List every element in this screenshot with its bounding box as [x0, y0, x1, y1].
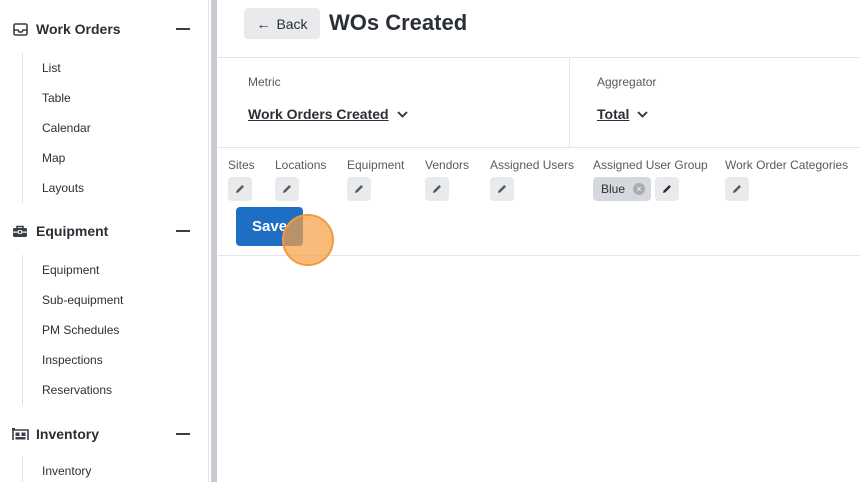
metric-value: Work Orders Created	[248, 106, 389, 122]
sidebar-section-header-equipment[interactable]: Equipment	[0, 219, 208, 243]
filter-work-order-categories: Work Order Categories	[725, 158, 848, 201]
sidebar-item-calendar[interactable]: Calendar	[23, 113, 208, 143]
sidebar-item-table[interactable]: Table	[23, 83, 208, 113]
sidebar-section-inventory: Inventory Inventory	[0, 422, 208, 482]
metric-label: Metric	[248, 75, 281, 89]
chevron-down-icon	[637, 107, 649, 121]
sidebar-section-title: Work Orders	[36, 21, 121, 37]
sidebar-item-sub-equipment[interactable]: Sub-equipment	[23, 285, 208, 315]
scrollbar-thumb[interactable]	[211, 0, 217, 482]
sidebar-item-pm-schedules[interactable]: PM Schedules	[23, 315, 208, 345]
sidebar-section-header-work-orders[interactable]: Work Orders	[0, 17, 208, 41]
pencil-icon	[733, 185, 741, 193]
edit-locations-button[interactable]	[275, 177, 299, 201]
aggregator-dropdown[interactable]: Total	[597, 106, 649, 122]
sidebar-section-title: Inventory	[36, 426, 100, 442]
chevron-down-icon	[396, 107, 408, 121]
header-divider	[218, 57, 860, 58]
sidebar-sublist-inventory: Inventory	[22, 456, 208, 482]
sidebar-sublist-work-orders: List Table Calendar Map Layouts	[22, 53, 208, 203]
filter-locations: Locations	[275, 158, 326, 201]
pencil-icon	[498, 185, 506, 193]
collapse-icon[interactable]	[176, 433, 190, 435]
aggregator-label: Aggregator	[597, 75, 657, 89]
filter-sites: Sites	[228, 158, 255, 201]
collapse-icon[interactable]	[176, 28, 190, 30]
filter-label: Vendors	[425, 158, 470, 172]
remove-chip-icon[interactable]: ×	[633, 183, 646, 195]
toolbox-icon	[11, 223, 29, 239]
sidebar-section-header-inventory[interactable]: Inventory	[0, 422, 208, 446]
sidebar-item-equipment[interactable]: Equipment	[23, 255, 208, 285]
chip-row: Blue ×	[593, 177, 708, 201]
sidebar-item-layouts[interactable]: Layouts	[23, 173, 208, 203]
edit-vendors-button[interactable]	[425, 177, 449, 201]
sidebar-item-list[interactable]: List	[23, 53, 208, 83]
edit-assigned-user-group-button[interactable]	[655, 177, 680, 201]
pencil-icon	[236, 185, 244, 193]
click-cursor-indicator	[282, 214, 334, 266]
sidebar-sublist-equipment: Equipment Sub-equipment PM Schedules Ins…	[22, 255, 208, 405]
column-divider	[569, 57, 570, 147]
sidebar: Work Orders List Table Calendar Map Layo…	[0, 0, 208, 482]
filter-label: Work Order Categories	[725, 158, 849, 172]
warehouse-icon	[11, 426, 29, 442]
sidebar-item-map[interactable]: Map	[23, 143, 208, 173]
sidebar-item-inventory[interactable]: Inventory	[23, 456, 208, 482]
edit-equipment-button[interactable]	[347, 177, 371, 201]
filter-label: Sites	[228, 158, 255, 172]
settings-divider	[218, 147, 860, 148]
aggregator-value: Total	[597, 106, 630, 122]
filter-assigned-user-group: Assigned User Group Blue ×	[593, 158, 708, 201]
filter-chip-blue[interactable]: Blue ×	[593, 177, 652, 201]
pencil-icon	[355, 185, 363, 193]
pencil-icon	[663, 185, 672, 193]
filter-label: Assigned Users	[490, 158, 575, 172]
sidebar-item-reservations[interactable]: Reservations	[23, 375, 208, 405]
filter-label: Assigned User Group	[593, 158, 708, 172]
edit-work-order-categories-button[interactable]	[725, 177, 749, 201]
sidebar-section-equipment: Equipment Equipment Sub-equipment PM Sch…	[0, 219, 208, 405]
collapse-icon[interactable]	[176, 230, 190, 232]
filter-vendors: Vendors	[425, 158, 469, 201]
page-title: WOs Created	[329, 10, 468, 35]
sidebar-section-work-orders: Work Orders List Table Calendar Map Layo…	[0, 17, 208, 203]
filter-label: Equipment	[347, 158, 405, 172]
main-content: ← Back WOs Created Metric Work Orders Cr…	[218, 0, 860, 482]
sidebar-scrollbar[interactable]	[208, 0, 218, 482]
back-button-label: Back	[276, 15, 308, 32]
filter-assigned-users: Assigned Users	[490, 158, 574, 201]
arrow-left-icon: ←	[256, 15, 271, 32]
back-button[interactable]: ← Back	[244, 8, 320, 39]
edit-assigned-users-button[interactable]	[490, 177, 514, 201]
edit-sites-button[interactable]	[228, 177, 252, 201]
filter-equipment: Equipment	[347, 158, 404, 201]
pencil-icon	[283, 185, 291, 193]
pencil-icon	[433, 185, 441, 193]
sidebar-section-title: Equipment	[36, 223, 109, 239]
chip-label: Blue	[601, 182, 626, 196]
metric-dropdown[interactable]: Work Orders Created	[248, 106, 408, 122]
sidebar-item-inspections[interactable]: Inspections	[23, 345, 208, 375]
filter-label: Locations	[275, 158, 327, 172]
inbox-tray-icon	[11, 21, 29, 37]
